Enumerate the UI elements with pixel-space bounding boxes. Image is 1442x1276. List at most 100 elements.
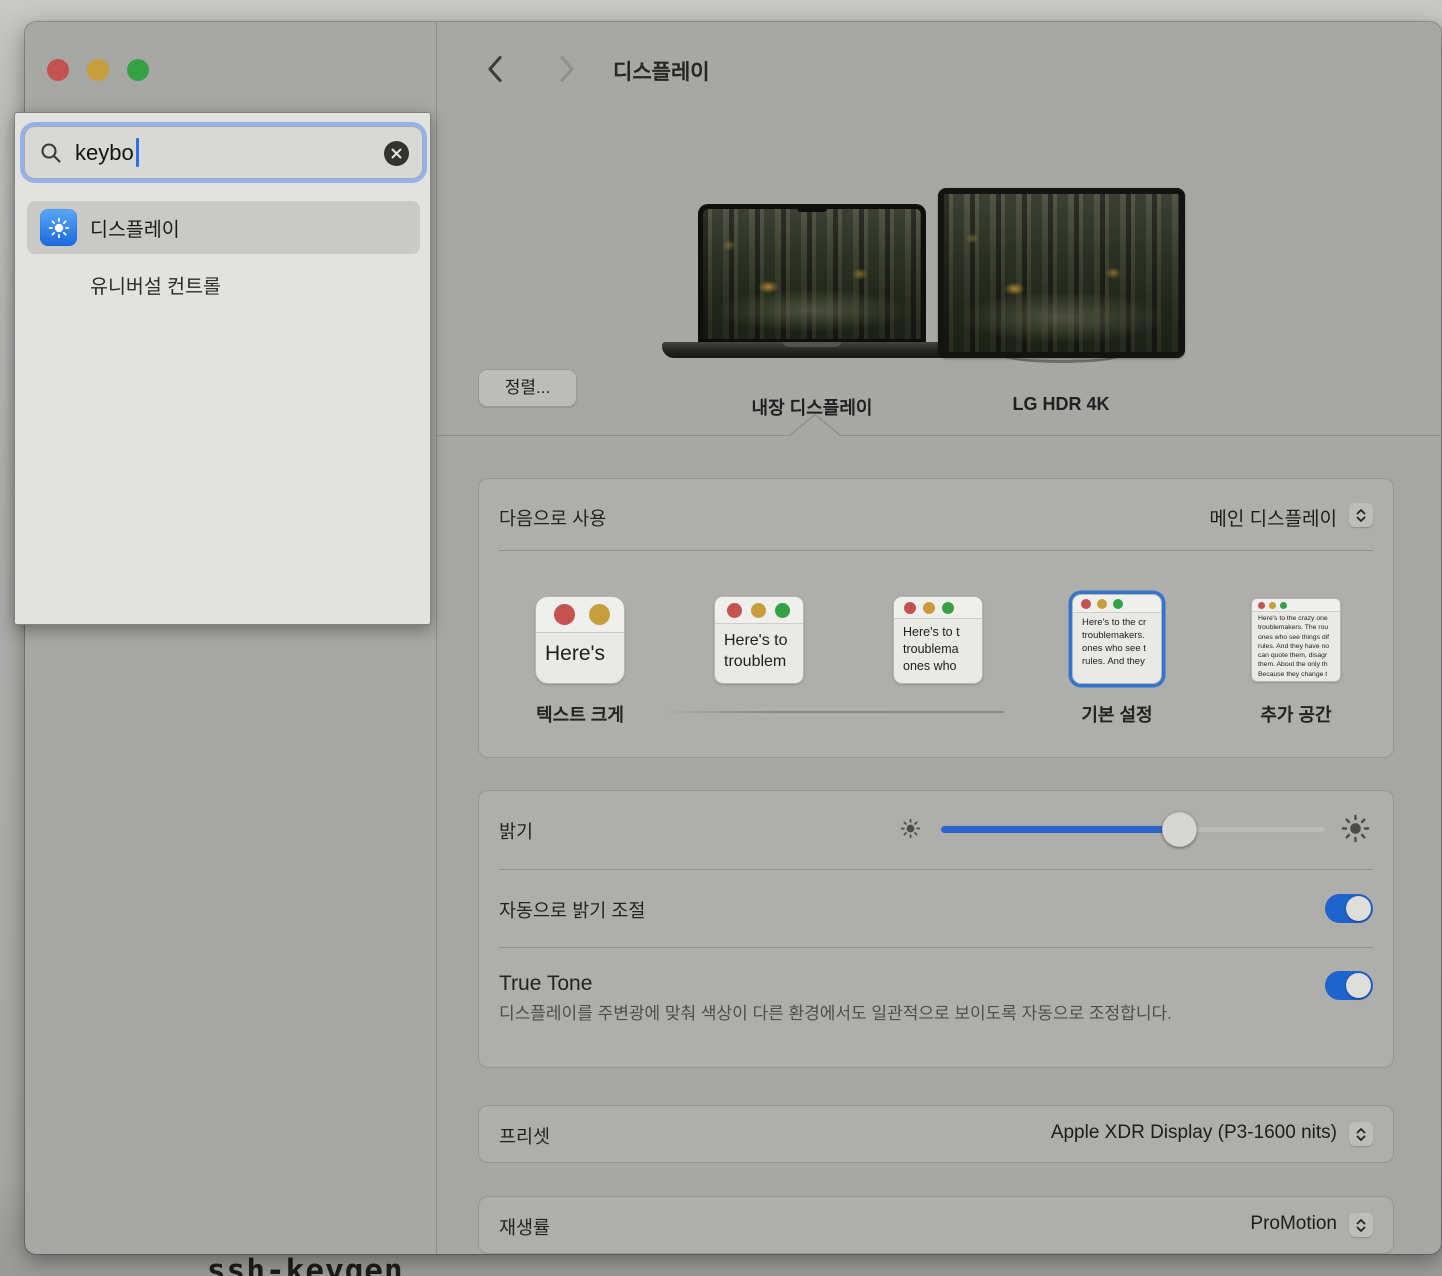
preview-traffic-dot <box>942 602 954 614</box>
back-button[interactable] <box>484 55 506 83</box>
scaling-option[interactable]: Here's to the crazy onetroublemakers. Th… <box>1251 598 1341 682</box>
text-caret <box>136 138 139 167</box>
search-results-panel: keybo 디스플레이유니버설 컨트롤 <box>14 112 431 625</box>
preview-text: Here's to the crazy onetroublemakers. Th… <box>1252 612 1340 679</box>
search-result-item[interactable]: 디스플레이 <box>27 201 420 254</box>
scaling-option-selected[interactable]: Here's to the crtroublemakers.ones who s… <box>1072 594 1162 684</box>
brightness-slider[interactable] <box>941 826 1326 833</box>
card-divider <box>499 550 1373 551</box>
chevron-right-icon <box>556 55 578 83</box>
toggle-knob <box>1346 896 1371 921</box>
stepper-chevrons-icon <box>1354 508 1368 523</box>
preview-titlebar <box>1252 599 1340 612</box>
zoom-button[interactable] <box>127 59 149 81</box>
scaling-option-label: 추가 공간 <box>1216 701 1376 727</box>
preview-traffic-dot <box>1113 599 1123 609</box>
lg-display-label: LG HDR 4K <box>941 394 1181 415</box>
preview-traffic-dot <box>751 603 766 618</box>
preview-text: Here's to ttroublemaones who <box>894 619 982 675</box>
brightness-knob[interactable] <box>1162 812 1197 847</box>
laptop-screen <box>698 204 926 344</box>
preset-stepper[interactable] <box>1349 1122 1373 1146</box>
preview-text: Here's totroublem <box>715 624 803 672</box>
search-result-label: 유니버설 컨트롤 <box>90 270 221 299</box>
scaling-scale-line <box>661 711 1004 713</box>
preview-traffic-dot <box>923 602 935 614</box>
preset-label: 프리셋 <box>499 1123 550 1149</box>
scaling-preview-window: Here's to ttroublemaones who <box>893 596 983 684</box>
scaling-option[interactable]: Here's totroublem <box>714 596 804 684</box>
wallpaper-forest <box>944 194 1179 352</box>
preview-titlebar <box>1073 595 1161 613</box>
main-panel: 디스플레이 정렬... 내장 디스플레이 LG HDR 4K <box>437 22 1441 1254</box>
refresh-rate-value[interactable]: ProMotion <box>1250 1213 1337 1235</box>
toggle-knob <box>1346 973 1371 998</box>
preview-traffic-dot <box>1081 599 1091 609</box>
scaling-option-label: 기본 설정 <box>1037 701 1197 727</box>
true-tone-description: 디스플레이를 주변광에 맞춰 색상이 다른 환경에서도 일관적으로 보이도록 자… <box>499 998 1244 1029</box>
preview-traffic-dot <box>727 603 742 618</box>
preview-traffic-dot <box>589 604 610 625</box>
card-divider <box>499 869 1373 870</box>
preview-titlebar <box>536 597 624 633</box>
window-controls <box>47 59 149 81</box>
preview-traffic-dot <box>1269 602 1276 609</box>
true-tone-label: True Tone <box>499 972 592 996</box>
stepper-chevrons-icon <box>1354 1218 1368 1233</box>
preset-card: 프리셋 Apple XDR Display (P3-1600 nits) <box>478 1105 1394 1163</box>
scaling-preview-window: Here's to the crtroublemakers.ones who s… <box>1072 594 1162 684</box>
selected-display-pointer <box>788 413 842 436</box>
use-as-value[interactable]: 메인 디스플레이 <box>1209 504 1337 531</box>
forward-button[interactable] <box>556 55 578 83</box>
display-brightness-icon <box>40 209 77 246</box>
refresh-rate-stepper[interactable] <box>1349 1213 1373 1237</box>
preview-traffic-dot <box>904 602 916 614</box>
true-tone-toggle[interactable] <box>1325 971 1373 1000</box>
use-as-stepper[interactable] <box>1349 503 1373 527</box>
preview-traffic-dot <box>1258 602 1265 609</box>
x-icon <box>391 148 402 159</box>
search-query-text: keybo <box>75 140 134 166</box>
scaling-preview-window: Here's totroublem <box>714 596 804 684</box>
refresh-rate-card: 재생률 ProMotion <box>478 1196 1394 1254</box>
arrange-displays-button[interactable]: 정렬... <box>478 369 577 407</box>
search-result-item[interactable]: 유니버설 컨트롤 <box>27 258 420 311</box>
auto-brightness-toggle[interactable] <box>1325 894 1373 923</box>
use-as-label: 다음으로 사용 <box>499 505 606 531</box>
scaling-option[interactable]: Here's <box>535 596 625 684</box>
scaling-preview-window: Here's to the crazy onetroublemakers. Th… <box>1251 598 1341 682</box>
preview-text: Here's <box>536 633 624 666</box>
preset-value[interactable]: Apple XDR Display (P3-1600 nits) <box>1051 1122 1337 1144</box>
preview-traffic-dot <box>775 603 790 618</box>
preview-titlebar <box>715 597 803 624</box>
brightness-fill <box>941 826 1180 833</box>
chevron-left-icon <box>484 55 506 83</box>
preview-titlebar <box>894 597 982 619</box>
desktop: ssh-keygen 디스플레이 정렬... <box>0 0 1442 1276</box>
preview-traffic-dot <box>1280 602 1287 609</box>
resolution-card: 다음으로 사용 메인 디스플레이 Here's Here's totroublem… <box>478 478 1394 758</box>
refresh-rate-label: 재생률 <box>499 1214 550 1240</box>
minimize-button[interactable] <box>87 59 109 81</box>
brightness-high-icon <box>1341 814 1370 843</box>
search-input[interactable]: keybo <box>24 126 423 179</box>
brightness-card: 밝기 자동으로 밝기 조절 True Tone <box>478 790 1394 1068</box>
brightness-low-icon <box>900 818 921 839</box>
search-result-label: 디스플레이 <box>90 213 180 242</box>
monitor-screen <box>938 188 1185 358</box>
preview-text: Here's to the crtroublemakers.ones who s… <box>1073 613 1161 668</box>
auto-brightness-label: 자동으로 밝기 조절 <box>499 897 645 923</box>
preview-traffic-dot <box>1097 599 1107 609</box>
display-thumbnail-builtin[interactable] <box>662 204 962 358</box>
search-icon <box>40 142 62 164</box>
close-button[interactable] <box>47 59 69 81</box>
preview-traffic-dot <box>554 604 575 625</box>
desktop-terminal-text: ssh-keygen <box>207 1253 404 1276</box>
laptop-base <box>662 342 962 358</box>
clear-search-button[interactable] <box>384 141 409 166</box>
stepper-chevrons-icon <box>1354 1127 1368 1142</box>
display-thumbnail-lg[interactable] <box>938 188 1185 364</box>
card-divider <box>499 947 1373 948</box>
scaling-option[interactable]: Here's to ttroublemaones who <box>893 596 983 684</box>
brightness-label: 밝기 <box>499 818 533 844</box>
